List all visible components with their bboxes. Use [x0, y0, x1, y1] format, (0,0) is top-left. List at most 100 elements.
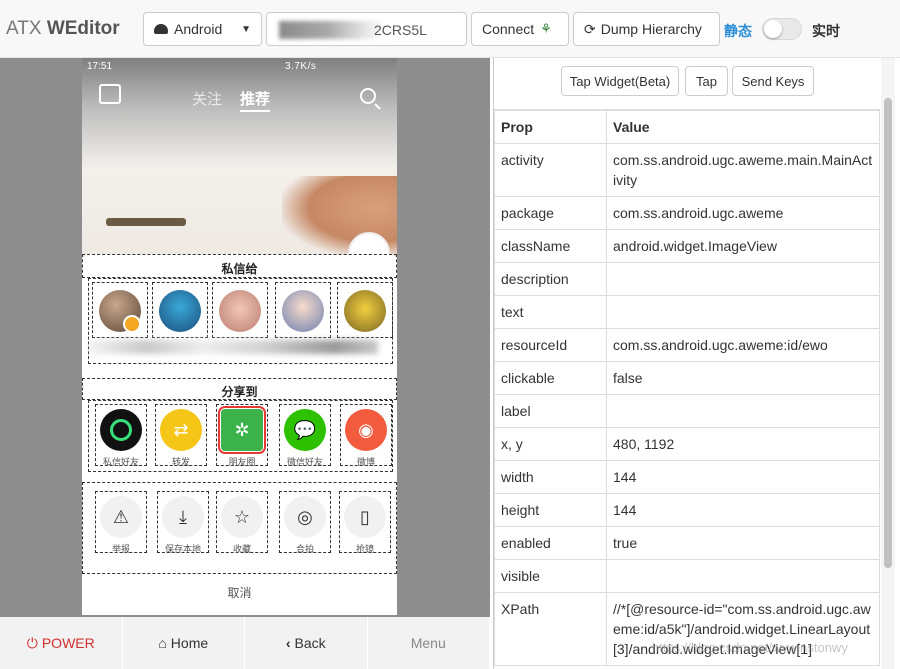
prop-value-cell[interactable]: true [606, 526, 880, 560]
action-item-favorite[interactable]: ☆ 收藏 [216, 491, 268, 554]
plug-icon: ⚘ [540, 21, 552, 36]
prop-name-cell: clickable [494, 361, 607, 395]
home-button[interactable]: ⌂ Home [123, 617, 245, 669]
prop-value-cell[interactable] [606, 394, 880, 428]
prop-name-cell: text [494, 295, 607, 329]
menu-button[interactable]: Menu [368, 617, 490, 669]
cancel-button[interactable]: 取消 [82, 584, 397, 601]
action-item-react[interactable]: ▯ 抢镜 [339, 491, 391, 554]
prop-value-cell[interactable] [606, 295, 880, 329]
friend-item[interactable] [275, 282, 331, 338]
redacted-serial-prefix [279, 21, 387, 39]
redacted-friend-names [88, 340, 378, 354]
action-item-duet[interactable]: ◎ 合拍 [279, 491, 331, 554]
tv-icon[interactable] [99, 84, 121, 104]
action-label: 收藏 [232, 544, 251, 554]
scrollbar[interactable] [881, 58, 895, 669]
prop-value-cell[interactable]: android.widget.ImageView [606, 229, 880, 263]
phone-frame-icon: ▯ [344, 496, 386, 538]
device-screen[interactable]: 17:51 3.7K/s 关注 推荐 私信给 分享到 私信好友 ⇄ 转发 ✲ 朋… [82, 58, 397, 615]
friend-item[interactable] [92, 282, 148, 338]
table-row: resourceId com.ss.android.ugc.aweme:id/ew… [494, 328, 880, 362]
prop-value-cell[interactable]: com.ss.android.ugc.aweme:id/ewo [606, 328, 880, 362]
table-row: width 144 [494, 460, 880, 494]
action-label: 保存本地 [164, 544, 201, 554]
table-row: x, y 480, 1192 [494, 427, 880, 461]
send-to-title: 私信给 [221, 262, 258, 276]
static-mode-label: 静态 [724, 23, 752, 39]
power-button[interactable]: ⏻ POWER [0, 617, 123, 669]
connect-button[interactable]: Connect ⚘ [471, 12, 569, 46]
share-label: 转发 [171, 457, 190, 467]
prop-value-cell[interactable]: com.ss.android.ugc.aweme.main.MainActivi… [606, 143, 880, 197]
prop-value-cell[interactable] [606, 559, 880, 593]
properties-table: Prop Value activity com.ss.android.ugc.aw… [494, 110, 880, 666]
weibo-icon: ◉ [345, 409, 387, 451]
prop-name-cell: package [494, 196, 607, 230]
prop-value-cell[interactable]: com.ss.android.ugc.aweme [606, 196, 880, 230]
brand-light: ATX [6, 18, 47, 39]
scrollbar-thumb[interactable] [884, 98, 892, 568]
send-keys-button[interactable]: Send Keys [732, 66, 814, 96]
menu-label: Menu [410, 635, 446, 651]
warning-icon: ⚠ [100, 496, 142, 538]
action-label: 举报 [111, 544, 130, 554]
properties-body: activity com.ss.android.ugc.aweme.main.Ma… [494, 143, 880, 666]
device-serial-text: 2CRS5L [374, 22, 427, 38]
action-label: 合拍 [295, 544, 314, 554]
prop-value-cell[interactable]: 144 [606, 460, 880, 494]
tab-following[interactable]: 关注 [192, 91, 222, 108]
moments-icon: ✲ [218, 406, 266, 454]
prop-value-cell[interactable] [606, 262, 880, 296]
table-row: className android.widget.ImageView [494, 229, 880, 263]
dump-hierarchy-button[interactable]: ⟳ Dump Hierarchy [573, 12, 720, 46]
prop-name-cell: enabled [494, 526, 607, 560]
action-item-save[interactable]: ⤓ 保存本地 [157, 491, 209, 554]
share-sheet: 私信给 分享到 私信好友 ⇄ 转发 ✲ 朋友圈 💬 微信好友 ◉ 微博 ⚠ 举报… [82, 254, 397, 615]
share-item-wechat[interactable]: 💬 微信好友 [279, 404, 331, 467]
table-row: activity com.ss.android.ugc.aweme.main.Ma… [494, 143, 880, 197]
table-row: enabled true [494, 526, 880, 560]
live-mode-toggle[interactable] [762, 18, 802, 40]
table-row: description [494, 262, 880, 296]
share-item-weibo[interactable]: ◉ 微博 [340, 404, 392, 467]
prop-name-cell: x, y [494, 427, 607, 461]
share-item-private-message[interactable]: 私信好友 [95, 404, 147, 467]
prop-value-cell[interactable]: 144 [606, 493, 880, 527]
friend-item[interactable] [212, 282, 268, 338]
friend-item[interactable] [152, 282, 208, 338]
tab-recommended[interactable]: 推荐 [240, 91, 271, 112]
action-label: 抢镜 [355, 544, 374, 554]
table-row: label [494, 394, 880, 428]
prop-name-cell: label [494, 394, 607, 428]
friend-avatar [159, 290, 201, 332]
device-serial-input[interactable]: 2CRS5L [266, 12, 467, 46]
table-row: height 144 [494, 493, 880, 527]
friend-avatar [219, 290, 261, 332]
table-row: visible [494, 559, 880, 593]
share-label: 微博 [356, 457, 375, 467]
power-label: POWER [41, 635, 95, 651]
prop-value-cell[interactable]: 480, 1192 [606, 427, 880, 461]
share-item-repost[interactable]: ⇄ 转发 [155, 404, 207, 467]
prop-value-cell[interactable]: false [606, 361, 880, 395]
tap-button[interactable]: Tap [685, 66, 728, 96]
back-label: Back [294, 635, 326, 651]
back-button[interactable]: ‹ Back [245, 617, 368, 669]
search-icon[interactable] [360, 88, 376, 104]
status-network-speed: 3.7K/s [285, 61, 317, 72]
caret-down-icon: ▼ [241, 23, 251, 35]
toggle-knob [764, 20, 782, 38]
share-label: 朋友圈 [228, 457, 256, 467]
friend-item[interactable] [337, 282, 393, 338]
tap-widget-button[interactable]: Tap Widget(Beta) [561, 66, 679, 96]
share-item-moments[interactable]: ✲ 朋友圈 [216, 404, 268, 467]
table-row: clickable false [494, 361, 880, 395]
table-header-row: Prop Value [494, 110, 880, 144]
friend-avatar [282, 290, 324, 332]
connect-label: Connect [482, 21, 535, 37]
top-toolbar: ATX WEditor Android ▼ 2CRS5L Connect ⚘ ⟳… [0, 0, 900, 58]
action-item-report[interactable]: ⚠ 举报 [95, 491, 147, 554]
download-icon: ⤓ [162, 496, 204, 538]
platform-select[interactable]: Android ▼ [143, 12, 262, 46]
